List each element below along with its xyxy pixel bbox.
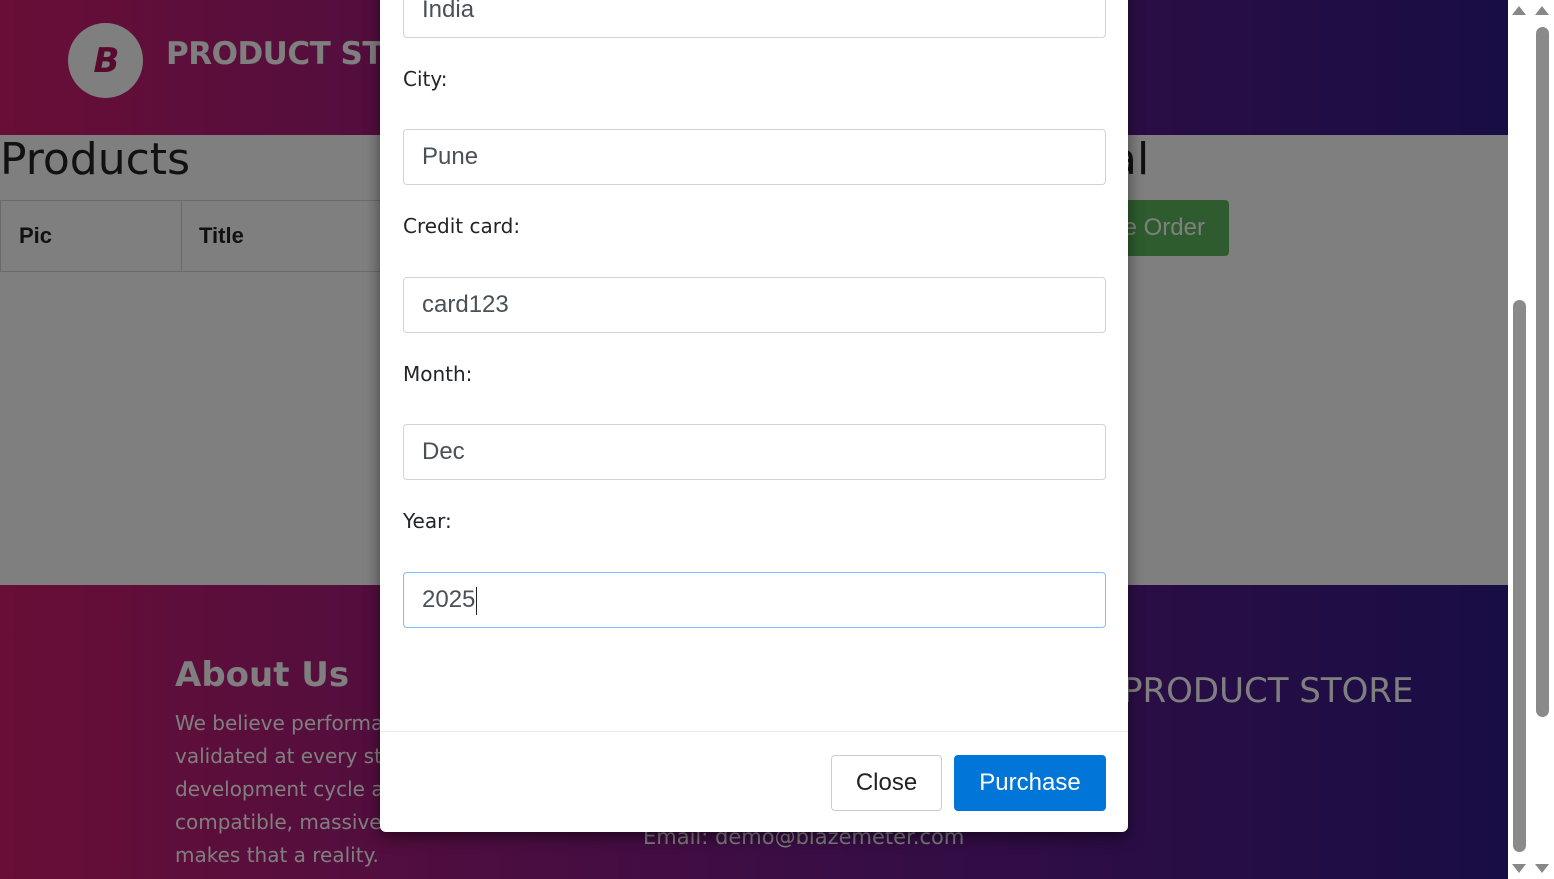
scroll-down-arrow-icon[interactable]	[1535, 864, 1549, 873]
outer-scrollbar-thumb[interactable]	[1536, 27, 1549, 717]
year-label: Year:	[403, 509, 452, 533]
text-caret	[476, 586, 478, 615]
credit-card-label: Credit card:	[403, 214, 521, 238]
purchase-button[interactable]: Purchase	[954, 755, 1106, 811]
country-input[interactable]: India	[403, 0, 1106, 38]
scroll-down-arrow-icon[interactable]	[1512, 864, 1526, 873]
month-input[interactable]: Dec	[403, 424, 1106, 480]
modal-footer-divider	[380, 731, 1128, 732]
month-label: Month:	[403, 362, 473, 386]
city-label: City:	[403, 67, 448, 91]
city-input[interactable]: Pune	[403, 129, 1106, 185]
scroll-up-arrow-icon[interactable]	[1512, 6, 1526, 15]
close-button[interactable]: Close	[831, 755, 942, 811]
year-input-value: 2025	[422, 586, 476, 613]
year-input[interactable]: 2025	[403, 572, 1106, 628]
scroll-up-arrow-icon[interactable]	[1535, 6, 1549, 15]
inner-scrollbar-thumb[interactable]	[1513, 300, 1526, 852]
credit-card-input[interactable]: card123	[403, 277, 1106, 333]
place-order-modal: India City: Pune Credit card: card123 Mo…	[380, 0, 1128, 832]
